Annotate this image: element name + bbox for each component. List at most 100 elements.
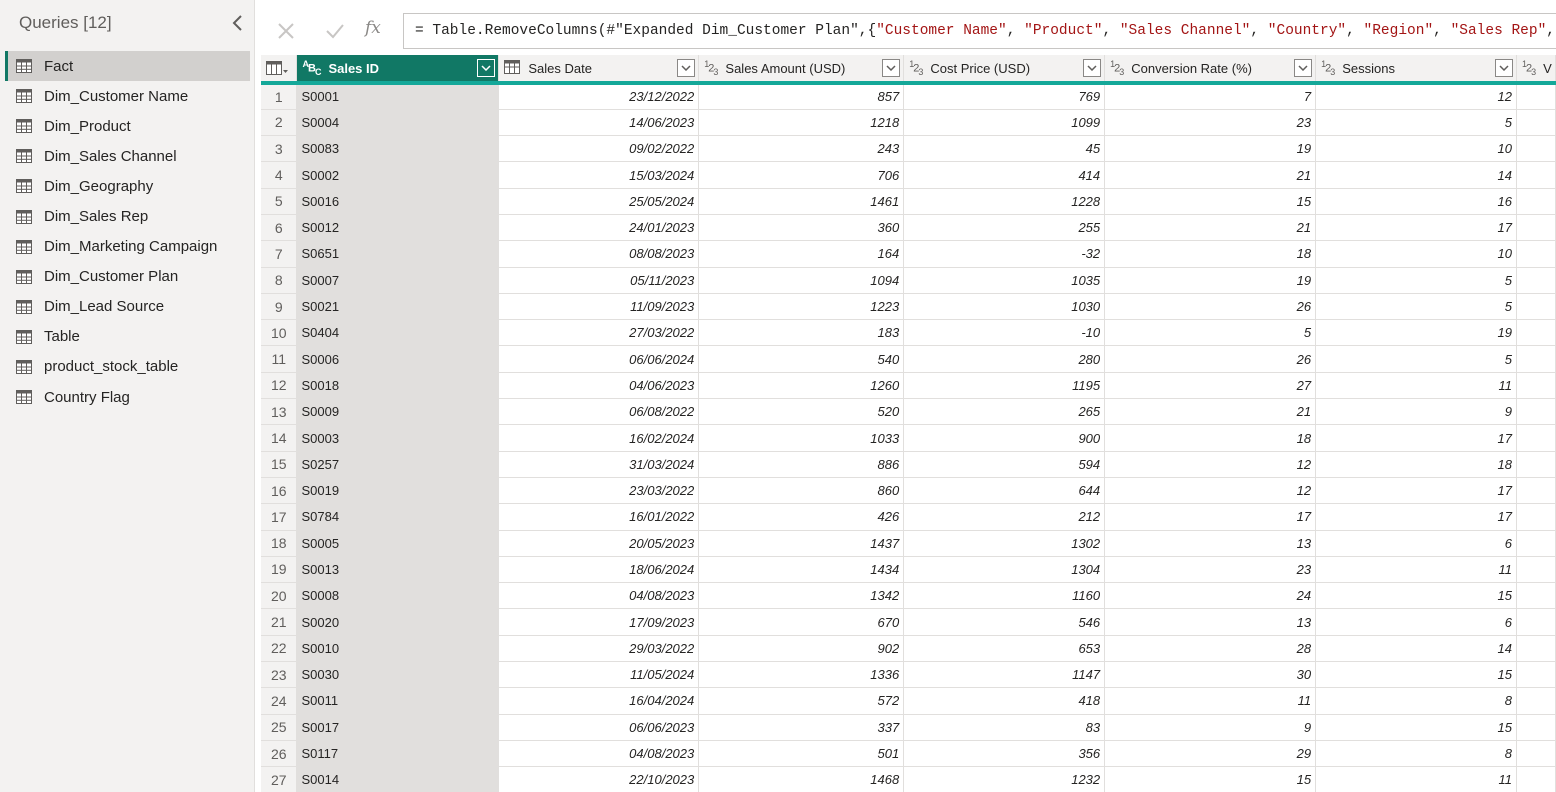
cancel-formula-button[interactable] bbox=[275, 20, 297, 42]
table-cell[interactable]: 31/03/2024 bbox=[498, 451, 700, 478]
table-cell[interactable] bbox=[1516, 766, 1556, 792]
table-cell[interactable]: 17/09/2023 bbox=[498, 608, 700, 636]
table-cell[interactable]: 27/03/2022 bbox=[498, 319, 700, 347]
table-cell[interactable] bbox=[1516, 267, 1556, 294]
column-header[interactable]: Sales Date bbox=[498, 55, 700, 85]
table-cell[interactable]: S0010 bbox=[296, 635, 500, 663]
table-cell[interactable]: 337 bbox=[698, 714, 905, 741]
table-cell[interactable] bbox=[1516, 582, 1556, 610]
table-cell[interactable]: 243 bbox=[698, 135, 905, 163]
table-cell[interactable]: 1195 bbox=[903, 372, 1106, 400]
table-cell[interactable]: S0012 bbox=[296, 214, 500, 242]
table-cell[interactable]: 1461 bbox=[698, 188, 905, 215]
row-number[interactable]: 10 bbox=[261, 319, 298, 347]
table-cell[interactable]: 1099 bbox=[903, 109, 1106, 137]
table-cell[interactable] bbox=[1516, 424, 1556, 452]
table-cell[interactable]: 13 bbox=[1104, 530, 1317, 557]
row-number[interactable]: 15 bbox=[261, 451, 298, 478]
table-cell[interactable] bbox=[1516, 556, 1556, 584]
table-cell[interactable]: S0007 bbox=[296, 267, 500, 294]
table-cell[interactable]: S0018 bbox=[296, 372, 500, 400]
table-cell[interactable]: S0404 bbox=[296, 319, 500, 347]
table-cell[interactable]: S0008 bbox=[296, 582, 500, 610]
row-number[interactable]: 11 bbox=[261, 345, 298, 373]
table-cell[interactable]: 11 bbox=[1315, 766, 1517, 792]
table-cell[interactable]: 1304 bbox=[903, 556, 1106, 584]
table-cell[interactable]: 653 bbox=[903, 635, 1106, 663]
row-number[interactable]: 9 bbox=[261, 293, 298, 321]
table-cell[interactable]: 5 bbox=[1315, 267, 1517, 294]
table-cell[interactable]: 15/03/2024 bbox=[498, 161, 700, 189]
query-item[interactable]: Dim_Geography bbox=[5, 171, 250, 201]
number-type-icon[interactable]: 123 bbox=[1321, 59, 1335, 77]
table-cell[interactable]: 501 bbox=[698, 740, 905, 768]
table-cell[interactable]: 05/11/2023 bbox=[498, 267, 700, 294]
row-number[interactable]: 20 bbox=[261, 582, 298, 610]
table-cell[interactable]: 29/03/2022 bbox=[498, 635, 700, 663]
table-cell[interactable]: 769 bbox=[903, 83, 1106, 110]
table-cell[interactable]: 26 bbox=[1104, 345, 1317, 373]
table-cell[interactable]: 14 bbox=[1315, 635, 1517, 663]
table-cell[interactable] bbox=[1516, 293, 1556, 321]
row-number[interactable]: 24 bbox=[261, 687, 298, 715]
filter-dropdown-button[interactable] bbox=[1294, 59, 1313, 77]
table-cell[interactable]: 23 bbox=[1104, 556, 1317, 584]
row-number[interactable]: 26 bbox=[261, 740, 298, 768]
table-cell[interactable]: 12 bbox=[1315, 83, 1517, 110]
table-cell[interactable] bbox=[1516, 477, 1556, 505]
table-cell[interactable] bbox=[1516, 188, 1556, 215]
row-number[interactable]: 17 bbox=[261, 503, 298, 531]
table-cell[interactable] bbox=[1516, 319, 1556, 347]
table-cell[interactable]: 15 bbox=[1104, 188, 1317, 215]
filter-dropdown-button[interactable] bbox=[1494, 59, 1513, 77]
number-type-icon[interactable]: 123 bbox=[1522, 59, 1536, 77]
table-cell[interactable] bbox=[1516, 714, 1556, 741]
table-cell[interactable] bbox=[1516, 372, 1556, 400]
table-cell[interactable]: 1232 bbox=[903, 766, 1106, 792]
table-cell[interactable]: 11/05/2024 bbox=[498, 661, 700, 689]
table-cell[interactable]: S0257 bbox=[296, 451, 500, 478]
filter-dropdown-button[interactable] bbox=[677, 59, 696, 77]
table-cell[interactable]: 12 bbox=[1104, 451, 1317, 478]
query-item[interactable]: Dim_Sales Channel bbox=[5, 141, 250, 171]
table-cell[interactable]: 10 bbox=[1315, 240, 1517, 268]
row-number[interactable]: 23 bbox=[261, 661, 298, 689]
table-cell[interactable]: 06/06/2024 bbox=[498, 345, 700, 373]
query-item[interactable]: Table bbox=[5, 322, 250, 352]
table-cell[interactable]: 183 bbox=[698, 319, 905, 347]
table-cell[interactable]: 5 bbox=[1315, 345, 1517, 373]
table-cell[interactable]: 21 bbox=[1104, 398, 1317, 426]
table-cell[interactable]: 15 bbox=[1315, 582, 1517, 610]
row-number[interactable]: 19 bbox=[261, 556, 298, 584]
table-cell[interactable]: 27 bbox=[1104, 372, 1317, 400]
table-cell[interactable]: 45 bbox=[903, 135, 1106, 163]
table-cell[interactable]: 706 bbox=[698, 161, 905, 189]
table-cell[interactable]: 418 bbox=[903, 687, 1106, 715]
table-cell[interactable]: 1094 bbox=[698, 267, 905, 294]
table-cell[interactable]: 265 bbox=[903, 398, 1106, 426]
table-cell[interactable] bbox=[1516, 109, 1556, 137]
table-cell[interactable] bbox=[1516, 345, 1556, 373]
text-type-icon[interactable]: ABC bbox=[302, 59, 321, 77]
table-cell[interactable]: 5 bbox=[1315, 109, 1517, 137]
table-cell[interactable]: 26 bbox=[1104, 293, 1317, 321]
table-cell[interactable]: 1160 bbox=[903, 582, 1106, 610]
table-cell[interactable]: 9 bbox=[1104, 714, 1317, 741]
table-cell[interactable]: S0013 bbox=[296, 556, 500, 584]
table-cell[interactable]: 1437 bbox=[698, 530, 905, 557]
query-item[interactable]: Dim_Product bbox=[5, 111, 250, 141]
table-cell[interactable]: S0017 bbox=[296, 714, 500, 741]
table-cell[interactable]: 11 bbox=[1315, 556, 1517, 584]
table-cell[interactable]: 21 bbox=[1104, 161, 1317, 189]
row-number[interactable]: 14 bbox=[261, 424, 298, 452]
query-item[interactable]: Dim_Lead Source bbox=[5, 292, 250, 322]
table-cell[interactable]: 22/10/2023 bbox=[498, 766, 700, 792]
query-item[interactable]: Dim_Customer Plan bbox=[5, 262, 250, 292]
table-cell[interactable]: 7 bbox=[1104, 83, 1317, 110]
table-cell[interactable]: 886 bbox=[698, 451, 905, 478]
row-number[interactable]: 13 bbox=[261, 398, 298, 426]
filter-dropdown-button[interactable] bbox=[1083, 59, 1102, 77]
table-cell[interactable]: S0083 bbox=[296, 135, 500, 163]
table-cell[interactable]: 10 bbox=[1315, 135, 1517, 163]
table-cell[interactable]: 212 bbox=[903, 503, 1106, 531]
